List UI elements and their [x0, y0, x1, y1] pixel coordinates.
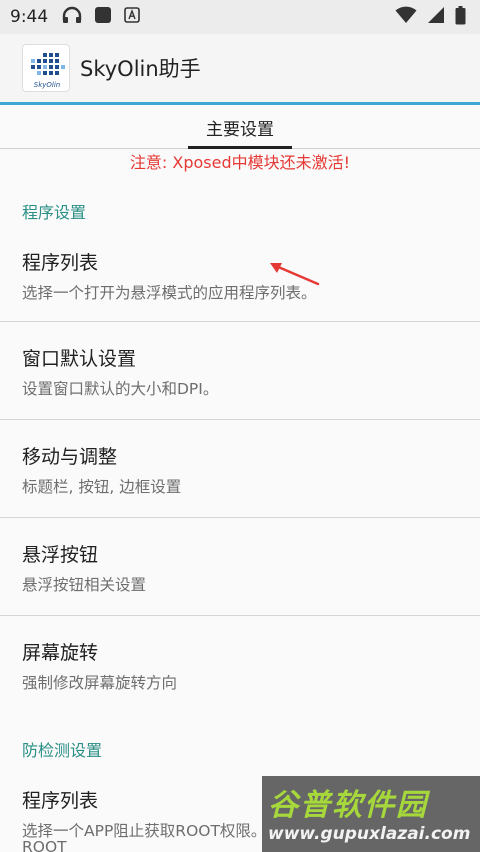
cellular-icon: [427, 6, 445, 28]
pref-item-program-list[interactable]: 程序列表 选择一个打开为悬浮模式的应用程序列表。: [0, 226, 480, 324]
status-bar: 9:44: [0, 0, 480, 34]
app-title: SkyOlin助手: [80, 57, 201, 81]
app-square-icon: [94, 6, 112, 28]
watermark-url: www.gupuxlazai.com: [268, 824, 471, 844]
tab-bar: 主要设置: [0, 105, 480, 149]
app-logo-text: SkyOlin: [33, 81, 61, 89]
pref-summary: 强制修改屏幕旋转方向: [22, 674, 178, 692]
pref-title: 移动与调整: [22, 446, 118, 468]
tab-main-settings[interactable]: 主要设置: [188, 105, 292, 149]
pref-item-move-adjust[interactable]: 移动与调整 标题栏, 按钮, 边框设置: [0, 420, 480, 518]
category-anti-detection: 防检测设置: [22, 741, 103, 760]
headphones-icon: [62, 6, 82, 28]
pref-summary: 标题栏, 按钮, 边框设置: [22, 478, 182, 496]
pref-item-window-default[interactable]: 窗口默认设置 设置窗口默认的大小和DPI。: [0, 322, 480, 420]
category-program-settings: 程序设置: [22, 203, 87, 222]
font-app-icon: [124, 7, 140, 27]
tab-selected-indicator: [188, 146, 292, 149]
pref-title: 程序列表: [22, 790, 99, 812]
pref-title: 程序列表: [22, 252, 99, 274]
pref-summary: 悬浮按钮相关设置: [22, 576, 147, 594]
pref-summary: 设置窗口默认的大小和DPI。: [22, 380, 219, 398]
watermark: 谷普软件园 www.gupuxlazai.com: [262, 776, 480, 852]
watermark-title: 谷普软件园: [268, 788, 428, 823]
pref-item-screen-rotation[interactable]: 屏幕旋转 强制修改屏幕旋转方向: [0, 616, 480, 714]
battery-icon: [455, 5, 466, 29]
status-notification-icons: [62, 6, 140, 28]
pref-summary-continued: ROOT: [22, 838, 67, 852]
pref-title: 悬浮按钮: [22, 544, 99, 566]
pref-item-floating-button[interactable]: 悬浮按钮 悬浮按钮相关设置: [0, 518, 480, 616]
pref-title: 窗口默认设置: [22, 348, 137, 370]
pref-title: 屏幕旋转: [22, 642, 99, 664]
status-system-icons: [395, 5, 466, 29]
xposed-warning: 注意: Xposed中模块还未激活!: [129, 153, 351, 172]
annotation-arrow-icon: [270, 263, 320, 286]
status-time: 9:44: [10, 7, 49, 27]
app-bar: SkyOlin SkyOlin助手: [0, 34, 480, 102]
app-logo: SkyOlin: [22, 44, 70, 92]
wifi-icon: [395, 6, 417, 28]
